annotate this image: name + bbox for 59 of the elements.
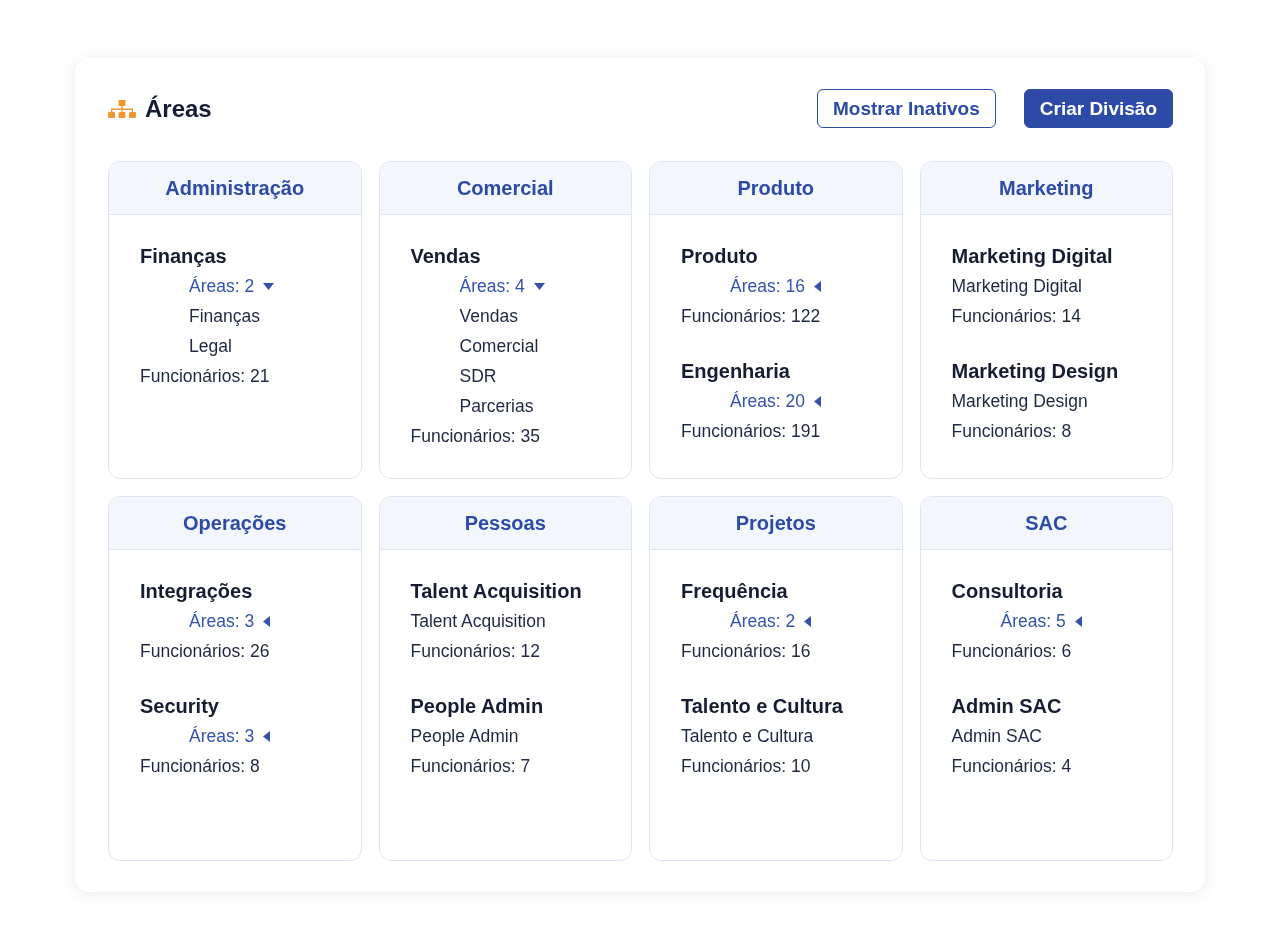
group-name: Frequência	[681, 579, 788, 604]
employee-count: Funcionários: 16	[681, 640, 811, 663]
employee-count: Funcionários: 26	[140, 640, 270, 663]
areas-toggle[interactable]: Áreas: 16	[730, 271, 821, 301]
group-name: Vendas	[410, 244, 481, 269]
page-title: Áreas	[145, 94, 212, 123]
group-name: Finanças	[140, 244, 227, 269]
group-subtitle: Marketing Design	[951, 390, 1088, 413]
org-chart-icon	[108, 99, 136, 118]
employee-count: Funcionários: 191	[681, 420, 821, 443]
areas-toggle[interactable]: Áreas: 3	[189, 721, 271, 751]
area-item: Finanças	[189, 305, 260, 328]
employee-count: Funcionários: 21	[140, 365, 270, 388]
group-subtitle: Talent Acquisition	[410, 610, 546, 633]
group-name: Marketing Digital	[951, 244, 1113, 269]
group-name: People Admin	[410, 694, 544, 719]
employee-count: Funcionários: 14	[951, 305, 1081, 328]
employee-count: Funcionários: 35	[410, 425, 540, 448]
area-item: Vendas	[459, 305, 518, 328]
create-division-button[interactable]: Criar Divisão	[1023, 89, 1173, 128]
group-subtitle: Admin SAC	[951, 725, 1042, 748]
group-name: Talent Acquisition	[410, 579, 582, 604]
areas-toggle[interactable]: Áreas: 4	[459, 271, 545, 301]
area-item: Comercial	[459, 335, 539, 358]
group-name: Consultoria	[951, 579, 1063, 604]
group-name: Admin SAC	[951, 694, 1062, 719]
division-title: Pessoas	[464, 511, 546, 535]
division-title: Marketing	[999, 176, 1094, 200]
group-name: Talento e Cultura	[681, 694, 843, 719]
employee-count: Funcionários: 10	[681, 755, 811, 778]
employee-count: Funcionários: 7	[410, 755, 531, 778]
group-name: Produto	[681, 244, 758, 269]
group-subtitle: Marketing Digital	[951, 275, 1082, 298]
areas-toggle[interactable]: Áreas: 5	[1000, 606, 1082, 636]
area-item: Parcerias	[459, 395, 534, 418]
area-item: SDR	[459, 365, 497, 388]
division-title: Comercial	[456, 176, 554, 200]
areas-toggle[interactable]: Áreas: 2	[189, 271, 275, 301]
employee-count: Funcionários: 4	[951, 755, 1072, 778]
employee-count: Funcionários: 122	[681, 305, 821, 328]
area-item: Legal	[189, 335, 232, 358]
employee-count: Funcionários: 12	[410, 640, 540, 663]
areas-toggle[interactable]: Áreas: 20	[730, 386, 821, 416]
division-title: Projetos	[735, 511, 816, 535]
division-title: Operações	[183, 511, 287, 535]
areas-toggle[interactable]: Áreas: 3	[189, 606, 271, 636]
areas-toggle[interactable]: Áreas: 2	[730, 606, 812, 636]
group-name: Marketing Design	[951, 359, 1119, 384]
group-name: Engenharia	[681, 359, 790, 384]
employee-count: Funcionários: 8	[140, 755, 260, 778]
group-subtitle: People Admin	[410, 725, 519, 748]
group-name: Integrações	[140, 579, 253, 604]
division-title: SAC	[1025, 511, 1068, 535]
group-subtitle: Talento e Cultura	[681, 725, 814, 748]
division-title: Administração	[165, 176, 305, 200]
employee-count: Funcionários: 8	[951, 420, 1072, 443]
group-name: Security	[140, 694, 219, 719]
division-title: Produto	[737, 176, 815, 200]
employee-count: Funcionários: 6	[951, 640, 1072, 663]
